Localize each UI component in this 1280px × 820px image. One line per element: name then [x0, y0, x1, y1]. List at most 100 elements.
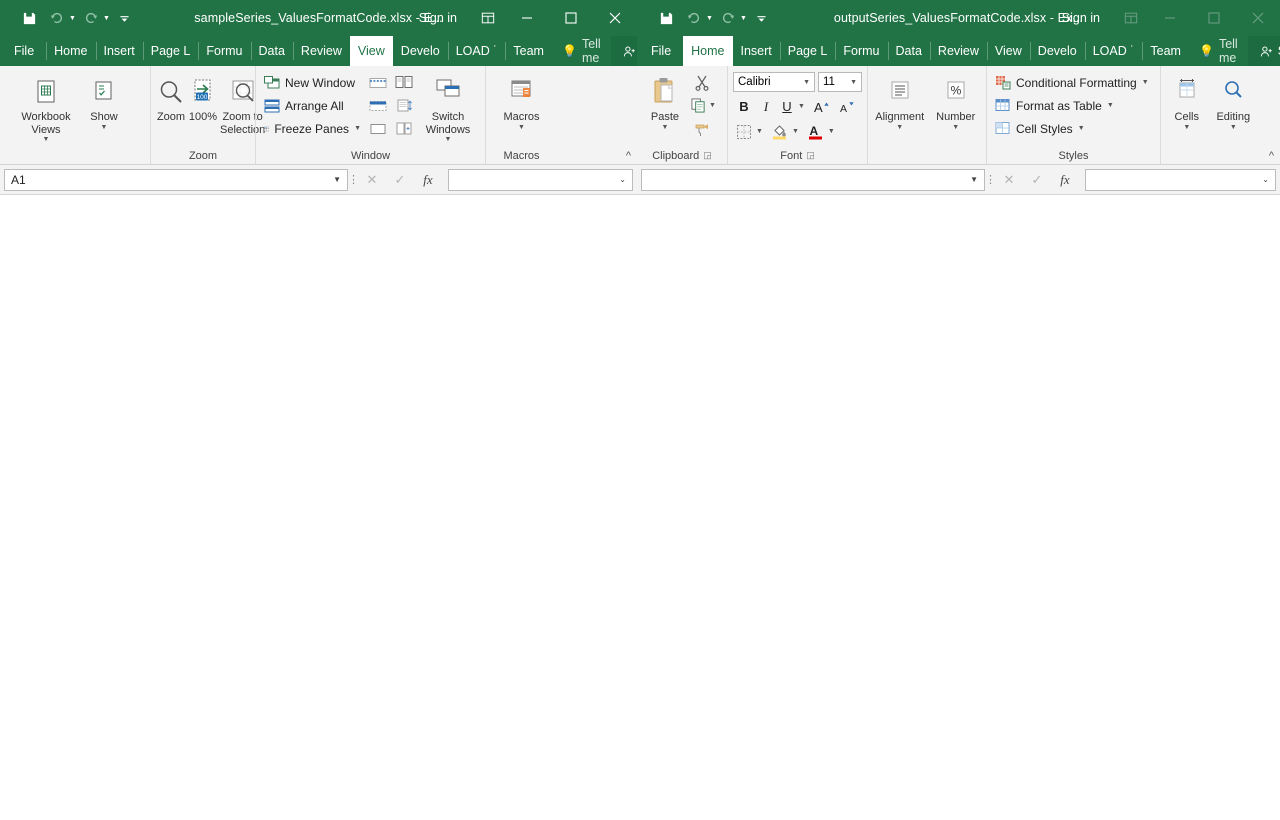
- unhide-icon[interactable]: [365, 117, 391, 140]
- expand-formula-bar-icon[interactable]: ⌄: [1262, 175, 1269, 184]
- expand-formula-bar-icon[interactable]: ⌄: [619, 175, 626, 184]
- ribbon-tabs-right[interactable]: File Home Insert Page L Formu Data Revie…: [637, 36, 1280, 66]
- italic-icon[interactable]: I: [756, 95, 776, 118]
- minimize-button[interactable]: [1148, 0, 1192, 36]
- undo-caret-icon[interactable]: ▼: [706, 15, 713, 22]
- customize-qat-icon[interactable]: [749, 6, 775, 30]
- tab-file[interactable]: File: [637, 36, 683, 66]
- tab-home[interactable]: Home: [683, 36, 733, 66]
- borders-icon[interactable]: [733, 120, 755, 143]
- close-button[interactable]: [1236, 0, 1280, 36]
- fill-color-icon[interactable]: [769, 120, 791, 143]
- tab-view[interactable]: View: [986, 36, 1030, 66]
- undo-icon[interactable]: [681, 6, 707, 30]
- increase-font-size-icon[interactable]: A: [810, 95, 834, 118]
- tab-data[interactable]: Data: [887, 36, 930, 66]
- tell-me-box[interactable]: 💡 Tell me: [552, 36, 611, 66]
- copy-caret-icon[interactable]: ▼: [709, 102, 716, 109]
- view-side-by-side-icon[interactable]: [391, 71, 417, 94]
- tab-review[interactable]: Review: [292, 36, 350, 66]
- arrange-all-button[interactable]: Arrange All: [260, 94, 365, 117]
- sign-in-button[interactable]: Sign in: [1048, 11, 1114, 25]
- split-icon[interactable]: [365, 71, 391, 94]
- cut-icon[interactable]: [689, 71, 715, 94]
- cell-styles-caret-icon[interactable]: ▼: [1078, 125, 1085, 132]
- show-button[interactable]: Show ▼: [75, 71, 133, 133]
- switch-windows-caret-icon[interactable]: ▼: [445, 136, 452, 143]
- decrease-font-size-icon[interactable]: A: [835, 95, 859, 118]
- tab-developer[interactable]: Develo: [393, 36, 448, 66]
- save-icon[interactable]: [653, 6, 679, 30]
- underline-caret-icon[interactable]: ▼: [798, 103, 805, 110]
- font-name-combobox[interactable]: Calibri ▼: [733, 72, 815, 92]
- number-button[interactable]: % Number ▼: [929, 71, 982, 133]
- tab-load-test[interactable]: LOAD ˙: [447, 36, 506, 66]
- tab-formulas[interactable]: Formu: [835, 36, 887, 66]
- format-as-table-caret-icon[interactable]: ▼: [1107, 102, 1114, 109]
- font-size-caret-icon[interactable]: ▼: [850, 79, 857, 86]
- tab-view[interactable]: View: [349, 36, 393, 66]
- font-color-caret-icon[interactable]: ▼: [828, 128, 835, 135]
- macros-caret-icon[interactable]: ▼: [518, 124, 525, 131]
- cancel-entry-button[interactable]: ✕: [358, 169, 386, 191]
- font-color-icon[interactable]: A: [805, 120, 827, 143]
- formula-input[interactable]: ⌄: [1085, 168, 1276, 191]
- maximize-button[interactable]: [549, 0, 593, 36]
- editing-button[interactable]: Editing ▼: [1211, 71, 1256, 133]
- freeze-panes-button[interactable]: Freeze Panes ▼: [260, 117, 365, 140]
- freeze-panes-caret-icon[interactable]: ▼: [354, 125, 361, 132]
- share-button[interactable]: Share: [1247, 36, 1280, 66]
- editing-caret-icon[interactable]: ▼: [1230, 124, 1237, 131]
- name-box-caret-icon[interactable]: ▼: [333, 175, 341, 184]
- ribbon-display-options-icon[interactable]: [1114, 11, 1148, 25]
- tab-home[interactable]: Home: [46, 36, 95, 66]
- paste-caret-icon[interactable]: ▼: [662, 124, 669, 131]
- number-caret-icon[interactable]: ▼: [952, 124, 959, 131]
- underline-icon[interactable]: U: [777, 95, 797, 118]
- workbook-views-caret-icon[interactable]: ▼: [43, 136, 50, 143]
- format-painter-icon[interactable]: [689, 117, 715, 140]
- undo-icon[interactable]: [44, 6, 70, 30]
- redo-icon[interactable]: [715, 6, 741, 30]
- ribbon-display-options-icon[interactable]: [471, 11, 505, 25]
- collapse-ribbon-icon[interactable]: ^: [1269, 150, 1274, 162]
- formula-bar-grip[interactable]: ⋮: [348, 173, 359, 186]
- fill-color-caret-icon[interactable]: ▼: [792, 128, 799, 135]
- tab-insert[interactable]: Insert: [95, 36, 143, 66]
- clipboard-dialog-launcher-icon[interactable]: ◲: [703, 150, 712, 161]
- tab-file[interactable]: File: [0, 36, 46, 66]
- tell-me-box[interactable]: 💡 Tell me: [1189, 36, 1248, 66]
- cells-caret-icon[interactable]: ▼: [1183, 124, 1190, 131]
- new-window-button[interactable]: New Window: [260, 71, 365, 94]
- copy-button[interactable]: ▼: [689, 94, 718, 117]
- switch-windows-button[interactable]: Switch Windows ▼: [417, 71, 479, 145]
- synchronous-scrolling-icon[interactable]: [391, 94, 417, 117]
- paste-button[interactable]: Paste ▼: [641, 71, 689, 133]
- undo-caret-icon[interactable]: ▼: [69, 15, 76, 22]
- font-dialog-launcher-icon[interactable]: ◲: [806, 150, 815, 161]
- redo-caret-icon[interactable]: ▼: [103, 15, 110, 22]
- workbook-views-button[interactable]: Workbook Views ▼: [17, 71, 75, 145]
- format-as-table-button[interactable]: Format as Table ▼: [991, 94, 1153, 117]
- formula-input[interactable]: ⌄: [448, 168, 633, 191]
- tab-team[interactable]: Team: [505, 36, 552, 66]
- zoom-button[interactable]: Zoom: [155, 71, 187, 126]
- borders-caret-icon[interactable]: ▼: [756, 128, 763, 135]
- reset-window-position-icon[interactable]: [391, 117, 417, 140]
- tab-review[interactable]: Review: [929, 36, 987, 66]
- bold-icon[interactable]: B: [733, 95, 755, 118]
- minimize-button[interactable]: [505, 0, 549, 36]
- formula-bar-grip[interactable]: ⋮: [985, 173, 996, 186]
- hide-icon[interactable]: [365, 94, 391, 117]
- cells-button[interactable]: Cells ▼: [1165, 71, 1209, 133]
- quick-access-toolbar-left[interactable]: ▼ ▼: [0, 6, 138, 30]
- tab-formulas[interactable]: Formu: [198, 36, 250, 66]
- ribbon-tabs-left[interactable]: File Home Insert Page L Formu Data Revie…: [0, 36, 637, 66]
- customize-qat-icon[interactable]: [112, 6, 138, 30]
- name-box-caret-icon[interactable]: ▼: [970, 175, 978, 184]
- tab-load-test[interactable]: LOAD ˙: [1084, 36, 1143, 66]
- redo-icon[interactable]: [78, 6, 104, 30]
- quick-access-toolbar-right[interactable]: ▼ ▼: [637, 6, 775, 30]
- name-box[interactable]: ▼: [641, 168, 985, 191]
- conditional-formatting-caret-icon[interactable]: ▼: [1142, 79, 1149, 86]
